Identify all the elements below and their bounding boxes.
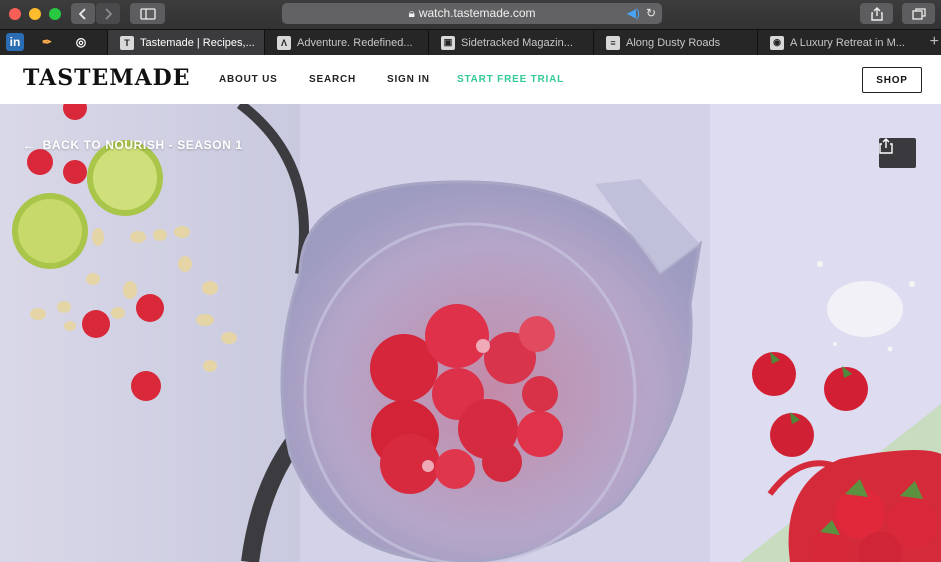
tab-luxury-retreat[interactable]: ◉ A Luxury Retreat in M... [757,30,922,55]
share-icon [870,6,883,21]
zoom-window-button[interactable] [49,8,61,20]
pinned-tab-linkedin[interactable]: in [6,33,24,51]
hero-illustration [0,104,941,562]
hero-video[interactable]: ← BACK TO NOURISH - SEASON 1 [0,104,941,562]
reload-icon[interactable]: ↻ [646,6,656,20]
pinned-tab-feather[interactable]: ✒ [38,33,56,51]
weibo-icon: ◎ [75,35,87,49]
video-share-button[interactable] [879,138,916,168]
speaker-icon[interactable]: ◀︎) [627,6,640,20]
nav-search[interactable]: SEARCH [309,74,356,85]
forward-button[interactable] [96,3,120,24]
sidebar-toggle-button[interactable] [130,3,165,24]
browser-share-button[interactable] [860,3,893,24]
nav-about-us[interactable]: ABOUT US [219,74,278,85]
chevron-right-icon [105,7,112,20]
share-icon [879,138,893,154]
back-to-season-link[interactable]: ← BACK TO NOURISH - SEASON 1 [22,137,243,153]
tab-dusty-roads[interactable]: ≡ Along Dusty Roads [593,30,758,55]
dusty-roads-favicon: ≡ [606,35,620,50]
url-text: watch.tastemade.com [418,6,536,20]
tab-bar: in ✒ ◎ T Tastemade | Recipes,... Λ Adven… [0,29,941,55]
site-logo[interactable]: TASTEMADE [23,65,191,91]
site-header: TASTEMADE ABOUT US SEARCH SIGN IN START … [0,55,941,104]
chevron-left-icon [79,7,86,20]
tab-tastemade[interactable]: T Tastemade | Recipes,... [107,30,265,55]
pinned-tab-weibo[interactable]: ◎ [72,33,90,51]
tab-title: Sidetracked Magazin... [461,36,573,49]
sidetracked-favicon: ▣ [441,35,455,50]
back-link-label: BACK TO NOURISH - SEASON 1 [42,138,243,152]
show-all-tabs-button[interactable] [902,3,935,24]
shop-button[interactable]: SHOP [862,67,922,93]
feather-icon: ✒ [41,35,53,49]
tastemade-favicon: T [120,35,134,50]
tab-title: Tastemade | Recipes,... [140,36,255,49]
retreat-favicon: ◉ [770,35,784,50]
tab-title: A Luxury Retreat in M... [790,36,905,49]
tab-sidetracked[interactable]: ▣ Sidetracked Magazin... [428,30,594,55]
nav-start-free-trial[interactable]: START FREE TRIAL [457,74,564,85]
browser-titlebar: 🔒︎ watch.tastemade.com ◀︎) ↻ [0,0,941,29]
back-button[interactable] [71,3,95,24]
tab-adventure[interactable]: Λ Adventure. Redefined... [264,30,429,55]
new-tab-button[interactable]: + [930,33,939,51]
arrow-left-icon: ← [22,137,37,153]
tab-title: Along Dusty Roads [626,36,721,49]
adventure-favicon: Λ [277,35,291,50]
address-bar[interactable]: 🔒︎ watch.tastemade.com ◀︎) ↻ [282,3,662,24]
sidebar-icon [139,7,156,20]
close-window-button[interactable] [9,8,21,20]
tab-title: Adventure. Redefined... [297,36,413,49]
colander-strawberries [767,450,941,562]
minimize-window-button[interactable] [29,8,41,20]
url-display: 🔒︎ watch.tastemade.com [282,6,662,21]
nav-sign-in[interactable]: SIGN IN [387,74,430,85]
tabs-overview-icon [911,7,926,20]
lock-icon: 🔒︎ [408,6,415,20]
linkedin-icon: in [9,35,21,49]
